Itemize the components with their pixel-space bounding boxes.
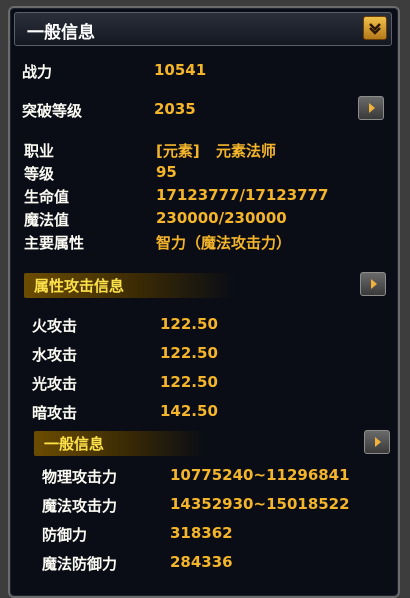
- job-label: 职业: [24, 142, 55, 160]
- general-info-section-title: 一般信息: [34, 431, 204, 456]
- fire-attack-value: 122.50: [160, 315, 218, 333]
- panel-title: 一般信息: [27, 23, 95, 43]
- defense-label: 防御力: [42, 526, 88, 544]
- breakthrough-value: 2035: [154, 100, 196, 118]
- breakthrough-expand-button[interactable]: [358, 96, 384, 120]
- dark-attack-label: 暗攻击: [32, 404, 78, 422]
- job-value: 元素法师: [216, 142, 277, 160]
- combat-power-label: 战力: [22, 63, 53, 81]
- arrow-right-icon: [369, 103, 375, 113]
- elemental-expand-button[interactable]: [360, 272, 386, 296]
- light-attack-value: 122.50: [160, 373, 218, 391]
- physical-attack-label: 物理攻击力: [42, 468, 118, 486]
- chevron-down-icon: [369, 23, 381, 35]
- elemental-attack-section-title: 属性攻击信息: [24, 273, 234, 298]
- mp-value: 230000/230000: [156, 209, 287, 227]
- level-label: 等级: [24, 165, 55, 183]
- magic-defense-value: 284336: [170, 553, 233, 571]
- water-attack-value: 122.50: [160, 344, 218, 362]
- breakthrough-label: 突破等级: [22, 102, 83, 120]
- arrow-right-icon: [371, 279, 377, 289]
- arrow-right-icon: [375, 437, 381, 447]
- panel-title-bar[interactable]: 一般信息: [14, 12, 392, 46]
- main-attribute-label: 主要属性: [24, 234, 85, 252]
- combat-power-value: 10541: [154, 61, 207, 79]
- dark-attack-value: 142.50: [160, 402, 218, 420]
- light-attack-label: 光攻击: [32, 375, 78, 393]
- job-tag: [元素]: [156, 142, 200, 160]
- hp-label: 生命值: [24, 188, 70, 206]
- main-attribute-value: 智力（魔法攻击力）: [156, 234, 292, 252]
- physical-attack-value: 10775240~11296841: [170, 466, 350, 484]
- magic-attack-label: 魔法攻击力: [42, 497, 118, 515]
- defense-value: 318362: [170, 524, 233, 542]
- character-info-panel: 一般信息 战力 10541 突破等级 2035 职业 [元素] 元素法师 等级 …: [8, 6, 400, 598]
- fire-attack-label: 火攻击: [32, 317, 78, 335]
- level-value: 95: [156, 163, 177, 181]
- hp-value: 17123777/17123777: [156, 186, 329, 204]
- mp-label: 魔法值: [24, 211, 70, 229]
- general-expand-button[interactable]: [364, 430, 390, 454]
- magic-defense-label: 魔法防御力: [42, 555, 118, 573]
- dropdown-button[interactable]: [363, 16, 387, 40]
- magic-attack-value: 14352930~15018522: [170, 495, 350, 513]
- water-attack-label: 水攻击: [32, 346, 78, 364]
